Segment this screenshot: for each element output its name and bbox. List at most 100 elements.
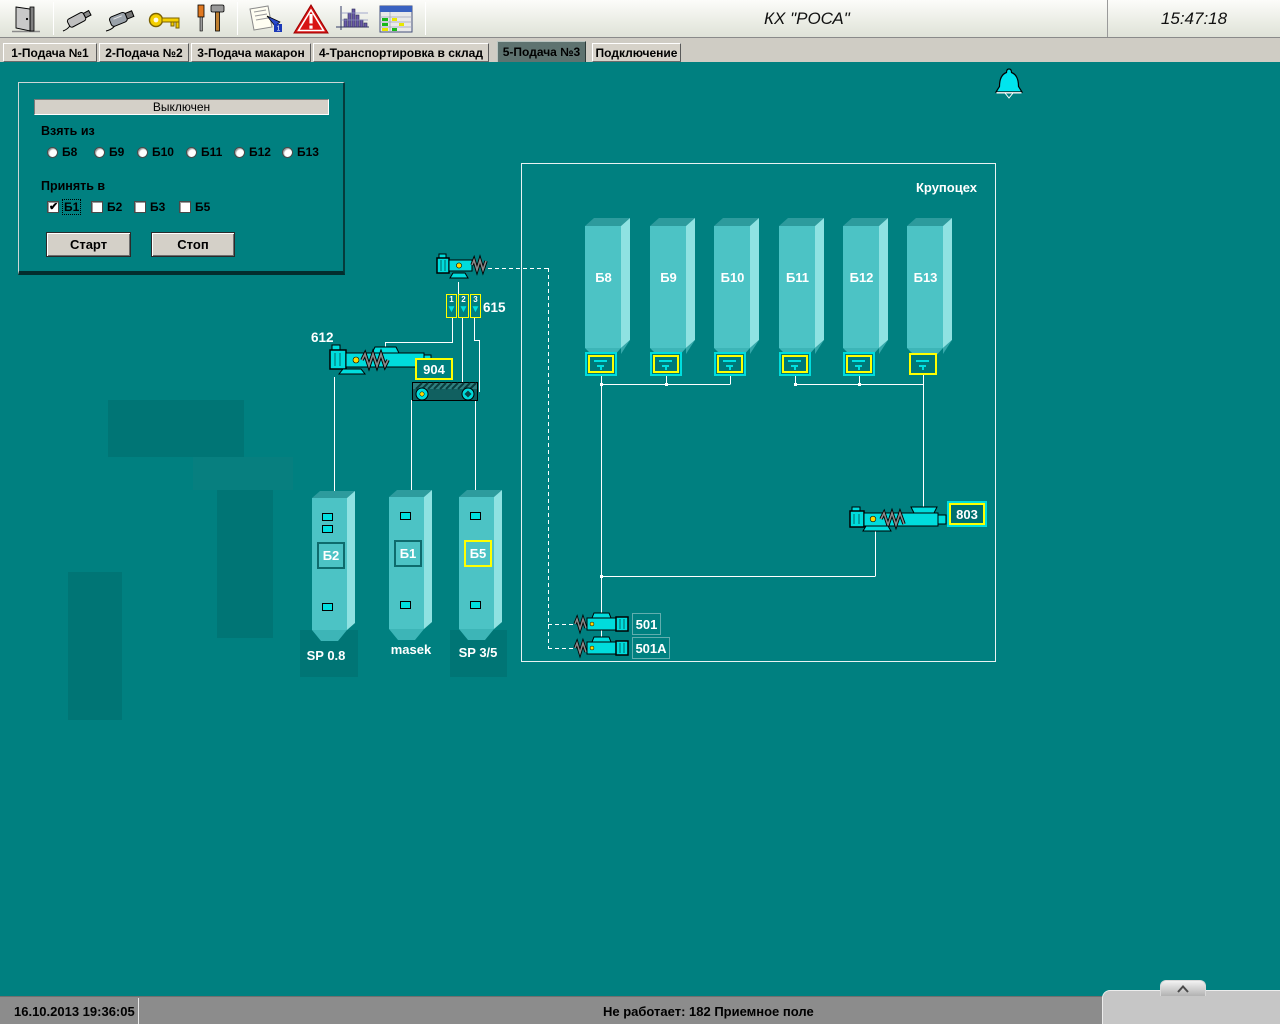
distributor-port-2[interactable]: 2▼ (458, 294, 469, 318)
chevron-up-icon (1175, 984, 1191, 994)
report-button[interactable]: 1 (241, 1, 289, 36)
valve-b8[interactable] (585, 352, 617, 376)
label-text: Б2 (323, 548, 340, 563)
checkbox-icon[interactable] (134, 201, 146, 213)
status-separator (138, 998, 139, 1024)
svg-text:1: 1 (277, 25, 281, 32)
tab-podacha2[interactable]: 2-Подача №2 (99, 43, 189, 62)
tools-icon (190, 3, 230, 35)
connect-button[interactable] (56, 1, 100, 36)
scada-screen: Крупоцех (0, 0, 1280, 1024)
caption-text: SP 3/5 (459, 645, 498, 660)
silo-label: Б12 (843, 270, 880, 285)
radio-b13[interactable]: Б13 (282, 145, 319, 159)
level-sensor (322, 603, 333, 611)
mode-status-field: Выключен (34, 99, 329, 115)
checkbox-icon[interactable] (47, 201, 59, 213)
label-501: 501 (632, 613, 661, 635)
radio-label: Б10 (152, 145, 174, 159)
label-text: Б1 (400, 546, 417, 561)
access-button[interactable] (144, 1, 186, 36)
serial-button[interactable] (100, 1, 144, 36)
level-sensor (470, 512, 481, 520)
silo-b11[interactable]: Б11 (779, 216, 825, 358)
tab-podacha3[interactable]: 5-Подача №3 (497, 41, 586, 62)
exit-button[interactable] (4, 1, 50, 36)
silo-b2-label: Б2 (317, 542, 345, 569)
status-message: Не работает: 182 Приемное поле (603, 997, 814, 1024)
key-icon (146, 3, 184, 35)
tab-podacha1[interactable]: 1-Подача №1 (3, 43, 97, 62)
cable-icon (59, 3, 97, 35)
silo-b12[interactable]: Б12 (843, 216, 889, 358)
radio-b9[interactable]: Б9 (94, 145, 124, 159)
stop-button[interactable]: Стоп (151, 232, 235, 257)
level-sensor (470, 601, 481, 609)
table-icon (377, 3, 415, 35)
radio-icon[interactable] (234, 147, 245, 158)
valve-b9[interactable] (650, 352, 682, 376)
gate-icon (588, 355, 614, 373)
zone-label: Крупоцех (916, 180, 977, 195)
radio-b12[interactable]: Б12 (234, 145, 271, 159)
checkbox-b1[interactable]: Б1 (47, 200, 80, 214)
alarms-button[interactable] (290, 1, 332, 36)
valve-b13[interactable] (909, 353, 937, 375)
tab-label: Подключение (596, 46, 678, 60)
ghost-patch (193, 457, 293, 490)
conveyor-501a[interactable] (572, 634, 632, 664)
alarm-bell-icon[interactable] (995, 67, 1023, 108)
radio-icon[interactable] (186, 147, 197, 158)
silo-label: Б8 (585, 270, 622, 285)
ghost-patch (68, 572, 122, 720)
silo-b9[interactable]: Б9 (650, 216, 696, 358)
down-arrow-icon: ▼ (471, 304, 481, 315)
checkbox-label: Б5 (195, 200, 210, 214)
status-datetime: 16.10.2013 19:36:05 (14, 997, 135, 1024)
silo-b10[interactable]: Б10 (714, 216, 760, 358)
service-button[interactable] (186, 1, 234, 36)
valve-b11[interactable] (779, 352, 811, 376)
checkbox-b2[interactable]: Б2 (91, 200, 122, 214)
label-text: 803 (956, 507, 978, 522)
start-button[interactable]: Старт (46, 232, 131, 257)
radio-b10[interactable]: Б10 (137, 145, 174, 159)
checkbox-b3[interactable]: Б3 (134, 200, 165, 214)
silo-b13[interactable]: Б13 (907, 216, 953, 358)
journal-button[interactable] (374, 1, 418, 36)
conveyor-803[interactable] (848, 498, 950, 541)
tab-label: 1-Подача №1 (11, 46, 88, 60)
radio-icon[interactable] (94, 147, 105, 158)
checkbox-label: Б3 (150, 200, 165, 214)
silo-b8[interactable]: Б8 (585, 216, 631, 358)
tab-podkluchenie[interactable]: Подключение (592, 43, 681, 62)
radio-b8[interactable]: Б8 (47, 145, 77, 159)
radio-icon[interactable] (282, 147, 293, 158)
silo-label: Б9 (650, 270, 687, 285)
trends-button[interactable] (332, 1, 374, 36)
belt-conveyor-904[interactable] (412, 382, 478, 407)
tab-label: 4-Транспортировка в склад (319, 46, 483, 60)
valve-b12[interactable] (843, 352, 875, 376)
checkbox-icon[interactable] (91, 201, 103, 213)
gate-icon (653, 355, 679, 373)
checkbox-b5[interactable]: Б5 (179, 200, 210, 214)
radio-icon[interactable] (137, 147, 148, 158)
distributor-port-1[interactable]: 1▼ (446, 294, 457, 318)
valve-b10[interactable] (714, 352, 746, 376)
distributor-port-3[interactable]: 3▼ (470, 294, 481, 318)
feeder-conveyor[interactable] (434, 251, 488, 290)
tab-transport-sklad[interactable]: 4-Транспортировка в склад (313, 43, 489, 62)
radio-icon[interactable] (47, 147, 58, 158)
checkbox-icon[interactable] (179, 201, 191, 213)
tab-makarony[interactable]: 3-Подача макарон (191, 43, 311, 62)
toolbar-separator (53, 2, 54, 35)
level-sensor (400, 601, 411, 609)
radio-label: Б9 (109, 145, 124, 159)
report-icon: 1 (245, 3, 285, 35)
window-title: КХ "РОСА" (764, 9, 850, 29)
slide-panel-handle[interactable] (1160, 980, 1206, 996)
radio-b11[interactable]: Б11 (186, 145, 222, 159)
tab-label: 3-Подача макарон (197, 46, 304, 60)
distributor-615[interactable]: 1▼ 2▼ 3▼ (446, 294, 482, 318)
